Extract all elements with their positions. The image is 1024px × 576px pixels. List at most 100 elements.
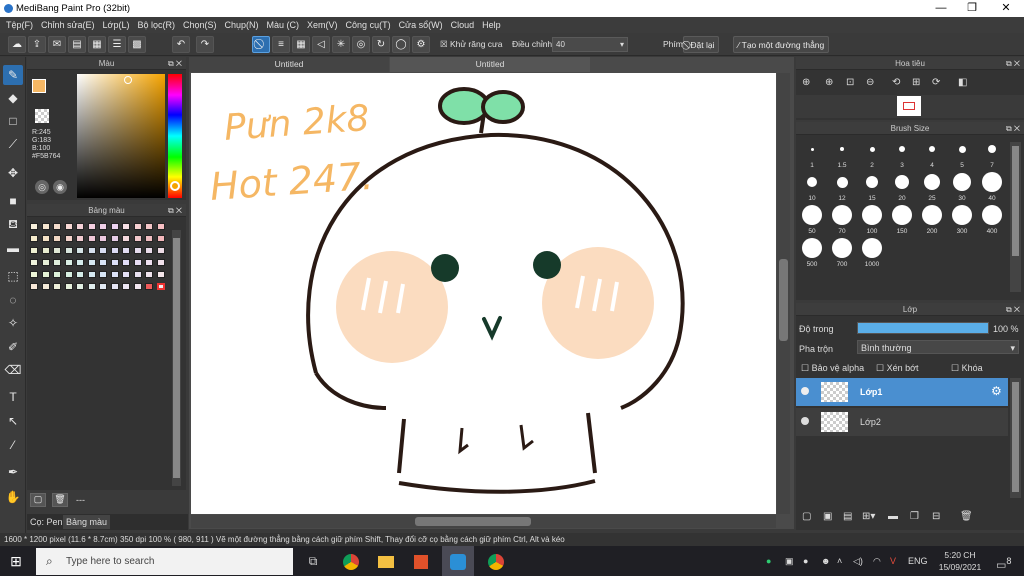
palette-swatch[interactable]: [133, 283, 142, 290]
palette-swatch[interactable]: [87, 259, 96, 266]
vietnamese-input-icon[interactable]: V: [890, 556, 896, 566]
snap-perspective-icon[interactable]: ◁: [312, 36, 330, 53]
brush-size-cell[interactable]: 2: [857, 136, 887, 170]
foreground-color-swatch[interactable]: [32, 79, 46, 93]
new-8bit-layer-icon[interactable]: ▤: [843, 511, 852, 522]
palette-swatch[interactable]: [110, 259, 119, 266]
palette-swatch[interactable]: [30, 235, 38, 242]
palette-swatch[interactable]: [76, 283, 84, 290]
palette-swatch[interactable]: [53, 247, 61, 254]
navigator-preview[interactable]: [796, 95, 1024, 118]
fill-rect-tool-icon[interactable]: ■: [3, 191, 23, 211]
palette-swatch[interactable]: [64, 283, 73, 290]
brush-size-cell[interactable]: 1: [797, 136, 827, 170]
fit-window-icon[interactable]: ⊡: [846, 77, 854, 88]
palette-swatch[interactable]: [122, 235, 130, 242]
palette-swatch[interactable]: [156, 223, 165, 230]
new-halftone-layer-icon[interactable]: ▣: [823, 511, 832, 522]
saturation-value-picker[interactable]: [77, 74, 165, 198]
palette-swatch[interactable]: [76, 247, 84, 254]
upload-icon[interactable]: ⇪: [28, 36, 46, 53]
palette-swatch[interactable]: [41, 283, 50, 290]
brush-size-cell[interactable]: 1.5: [827, 136, 857, 170]
snap-off-icon[interactable]: ⃠: [252, 36, 270, 53]
palette-swatch[interactable]: [110, 223, 119, 230]
panel-close-icon[interactable]: ⧉ ✕: [168, 204, 182, 217]
palette-swatch[interactable]: [110, 247, 119, 254]
notification-icon[interactable]: ▭8: [996, 556, 1012, 572]
menu-color[interactable]: Màu (C): [263, 20, 304, 30]
taskbar-search[interactable]: ⌕ Type here to search: [36, 548, 293, 575]
select-rect-icon[interactable]: ⬚: [3, 266, 23, 286]
menu-file[interactable]: Tệp(F): [2, 20, 37, 30]
layer-scrollbar[interactable]: [1010, 378, 1021, 498]
palette-swatch[interactable]: [76, 223, 84, 230]
palette-swatch[interactable]: [64, 223, 73, 230]
hue-slider[interactable]: [168, 74, 182, 198]
palette-scrollbar[interactable]: [172, 230, 181, 486]
brush-scrollbar-thumb[interactable]: [1012, 146, 1019, 256]
brush-size-cell[interactable]: 20: [887, 169, 917, 203]
line-tool-icon[interactable]: ⟋: [3, 134, 23, 154]
eye-visibility-icon[interactable]: [801, 417, 809, 425]
brush-size-cell[interactable]: 15: [857, 169, 887, 203]
menu-layer[interactable]: Lớp(L): [99, 20, 134, 30]
minimize-button[interactable]: —: [924, 0, 958, 17]
add-layer-menu-icon[interactable]: ⊞▾: [862, 511, 875, 522]
brush-size-cell[interactable]: 50: [797, 202, 827, 236]
merge-layer-icon[interactable]: ⊟: [932, 511, 940, 522]
duplicate-layer-icon[interactable]: ❐: [910, 511, 919, 522]
panel-close-icon[interactable]: ⧉ ✕: [1006, 303, 1020, 316]
menu-cloud[interactable]: Cloud: [447, 20, 479, 30]
blend-mode-select[interactable]: Bình thường ▾: [857, 340, 1019, 354]
color-wheel-icon[interactable]: ◎: [35, 180, 49, 194]
close-button[interactable]: ✕: [989, 0, 1023, 17]
palette-swatch[interactable]: [133, 223, 142, 230]
reset-button[interactable]: ⃠ Đặt lại: [683, 36, 720, 53]
palette-swatch[interactable]: [30, 283, 38, 290]
antialias-checkbox[interactable]: ☒ Khử răng cưa: [440, 39, 502, 50]
palette-swatch[interactable]: [122, 271, 130, 278]
adjust-field[interactable]: 40 ▾: [552, 37, 628, 52]
menu-edit[interactable]: Chỉnh sửa(E): [37, 20, 99, 30]
palette-swatch[interactable]: [76, 271, 84, 278]
palette-swatch[interactable]: [99, 259, 107, 266]
windows-start-icon[interactable]: ⊞: [0, 546, 32, 576]
cloud-icon[interactable]: ☁: [8, 36, 26, 53]
palette-swatch[interactable]: [41, 271, 50, 278]
lasso-icon[interactable]: ◌: [3, 290, 23, 310]
folder-icon[interactable]: ▬: [888, 511, 898, 522]
task-view-icon[interactable]: ⧉: [297, 546, 329, 576]
palette-swatch[interactable]: [64, 247, 73, 254]
brush-size-cell[interactable]: 4: [917, 136, 947, 170]
eyedropper-icon[interactable]: ✒: [3, 462, 23, 482]
tray-chrome-icon[interactable]: ●: [803, 556, 808, 566]
palette-swatch[interactable]: [145, 259, 153, 266]
settings-gear-icon[interactable]: ⚙: [412, 36, 430, 53]
transparent-swatch[interactable]: [35, 109, 49, 123]
hue-slider-thumb[interactable]: [170, 181, 180, 191]
menu-tools[interactable]: Công cụ(T): [342, 20, 395, 30]
message-icon[interactable]: ▤: [68, 36, 86, 53]
menu-snap[interactable]: Chụp(N): [221, 20, 263, 30]
palette-swatch[interactable]: [87, 247, 96, 254]
palette-swatch[interactable]: [41, 247, 50, 254]
canvas-hscrollbar[interactable]: [191, 515, 776, 528]
palette-swatch[interactable]: [133, 247, 142, 254]
palette-swatch[interactable]: [53, 235, 61, 242]
brush-size-cell[interactable]: 500: [797, 235, 827, 269]
tab-palette[interactable]: Bảng màu: [63, 515, 111, 529]
brush-size-cell[interactable]: 25: [917, 169, 947, 203]
panel-close-icon[interactable]: ⧉ ✕: [1006, 122, 1020, 135]
text-tool-icon[interactable]: T: [3, 387, 23, 407]
palette-swatch[interactable]: [122, 223, 130, 230]
brush-size-cell[interactable]: 10: [797, 169, 827, 203]
lock-checkbox[interactable]: ☐ Khóa: [951, 363, 983, 374]
menu-help[interactable]: Help: [478, 20, 505, 30]
brush-size-cell[interactable]: 300: [947, 202, 977, 236]
straight-line-button[interactable]: ⁄ Tạo một đường thẳng: [733, 36, 830, 53]
palette-swatch[interactable]: [41, 223, 50, 230]
chrome-icon-2[interactable]: [480, 546, 512, 576]
tab-document-1[interactable]: Untitled: [189, 57, 389, 72]
palette-swatch[interactable]: [41, 259, 50, 266]
